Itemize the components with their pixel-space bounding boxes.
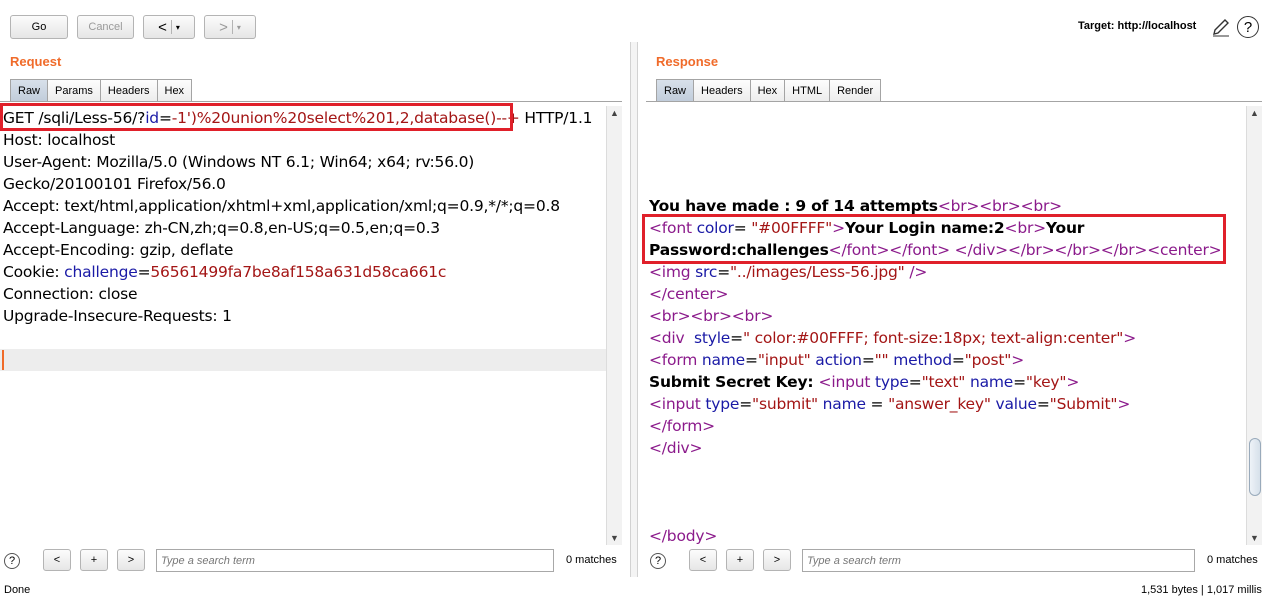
tab-raw[interactable]: Raw <box>10 79 49 102</box>
response-line-submit: <input type="submit" name = "answer_key"… <box>649 395 1131 413</box>
response-tab-underline <box>646 101 1262 102</box>
pencil-icon[interactable] <box>1210 16 1232 38</box>
response-line-center-close: </center> <box>649 285 729 303</box>
response-matches-count: 0 matches <box>1207 554 1258 566</box>
cancel-button[interactable]: Cancel <box>77 15 134 39</box>
response-line-form: <form name="input" action="" method="pos… <box>649 351 1025 369</box>
response-line-div: <div style=" color:#00FFFF; font-size:18… <box>649 329 1137 347</box>
go-label: Go <box>31 21 47 33</box>
request-search-bar: ? < + > Type a search term 0 matches <box>0 549 622 573</box>
request-line-1: Host: localhost <box>3 131 116 149</box>
panel-divider[interactable] <box>630 42 638 577</box>
go-button[interactable]: Go <box>10 15 68 39</box>
request-line-7: Cookie: challenge=56561499fa7be8af158a63… <box>3 263 447 281</box>
response-scroll-thumb[interactable] <box>1249 438 1261 496</box>
tab-hex[interactable]: Hex <box>156 79 193 102</box>
request-help-icon[interactable]: ? <box>4 553 20 569</box>
status-right: 1,531 bytes | 1,017 millis <box>1141 584 1262 596</box>
request-line-6: Accept-Encoding: gzip, deflate <box>3 241 234 259</box>
response-scroll-up-icon[interactable]: ▲ <box>1250 108 1259 118</box>
request-line-8: Connection: close <box>3 285 138 303</box>
tab-hex-response[interactable]: Hex <box>749 79 786 102</box>
back-button[interactable]: < ▾ <box>143 15 195 39</box>
forward-button[interactable]: > ▾ <box>204 15 256 39</box>
response-search-add-button[interactable]: + <box>726 549 754 571</box>
response-scroll-down-icon[interactable]: ▼ <box>1250 533 1259 543</box>
status-left: Done <box>4 584 31 596</box>
request-search-add-button[interactable]: + <box>80 549 108 571</box>
request-line-2: User-Agent: Mozilla/5.0 (Windows NT 6.1;… <box>3 153 475 171</box>
request-tab-underline <box>0 101 622 102</box>
forward-menu-icon[interactable]: ▾ <box>237 23 241 32</box>
request-title: Request <box>10 54 62 69</box>
request-search-next-button[interactable]: > <box>117 549 145 571</box>
request-editor[interactable]: GET /sqli/Less-56/?id=-1')%20union%20sel… <box>0 106 606 545</box>
response-line-br: <br><br><br> <box>649 307 774 325</box>
response-line-form-close: </form> <box>649 417 715 435</box>
request-line-4: Accept: text/html,application/xhtml+xml,… <box>3 197 560 215</box>
response-help-icon[interactable]: ? <box>650 553 666 569</box>
request-highlight-box <box>0 103 513 131</box>
response-scrollbar[interactable]: ▲ ▼ <box>1246 106 1262 545</box>
tab-headers-response[interactable]: Headers <box>693 79 751 102</box>
response-line-secret: Submit Secret Key: <input type="text" na… <box>649 373 1080 391</box>
target-label: Target: http://localhost <box>1078 20 1197 32</box>
request-search-input[interactable]: Type a search term <box>156 549 554 572</box>
response-search-prev-button[interactable]: < <box>689 549 717 571</box>
request-line-9: Upgrade-Insecure-Requests: 1 <box>3 307 232 325</box>
forward-label: > <box>219 18 228 36</box>
request-scrollbar[interactable]: ▲ ▼ <box>606 106 622 545</box>
response-line-body-close: </body> <box>649 527 718 545</box>
tab-headers[interactable]: Headers <box>99 79 158 102</box>
request-line-3: Gecko/20100101 Firefox/56.0 <box>3 175 226 193</box>
request-search-prev-button[interactable]: < <box>43 549 71 571</box>
current-line-highlight <box>0 349 606 371</box>
text-caret <box>2 350 4 370</box>
tab-render-response[interactable]: Render <box>829 79 882 102</box>
request-tabs: Raw Params Headers Hex <box>10 79 193 102</box>
scroll-up-icon[interactable]: ▲ <box>610 108 619 118</box>
request-line-5: Accept-Language: zh-CN,zh;q=0.8,en-US;q=… <box>3 219 440 237</box>
forward-separator <box>231 20 233 34</box>
cancel-label: Cancel <box>88 21 123 33</box>
back-separator <box>170 20 172 34</box>
response-title: Response <box>656 54 719 69</box>
response-tabs: Raw Headers Hex HTML Render <box>656 79 882 102</box>
help-icon[interactable]: ? <box>1237 16 1259 38</box>
response-highlight-box <box>642 214 1226 264</box>
tab-html-response[interactable]: HTML <box>784 79 831 102</box>
request-matches-count: 0 matches <box>566 554 617 566</box>
response-line-div-close: </div> <box>649 439 703 457</box>
response-line-img: <img src="../images/Less-56.jpg" /> <box>649 263 928 281</box>
response-search-input[interactable]: Type a search term <box>802 549 1195 572</box>
back-menu-icon[interactable]: ▾ <box>176 23 180 32</box>
tab-params[interactable]: Params <box>47 79 101 102</box>
response-search-bar: ? < + > Type a search term 0 matches <box>646 549 1262 573</box>
tab-raw-response[interactable]: Raw <box>656 79 695 102</box>
response-editor[interactable]: You have made : 9 of 14 attempts<br><br>… <box>646 106 1246 545</box>
scroll-down-icon[interactable]: ▼ <box>610 533 619 543</box>
response-search-next-button[interactable]: > <box>763 549 791 571</box>
back-label: < <box>158 18 167 36</box>
